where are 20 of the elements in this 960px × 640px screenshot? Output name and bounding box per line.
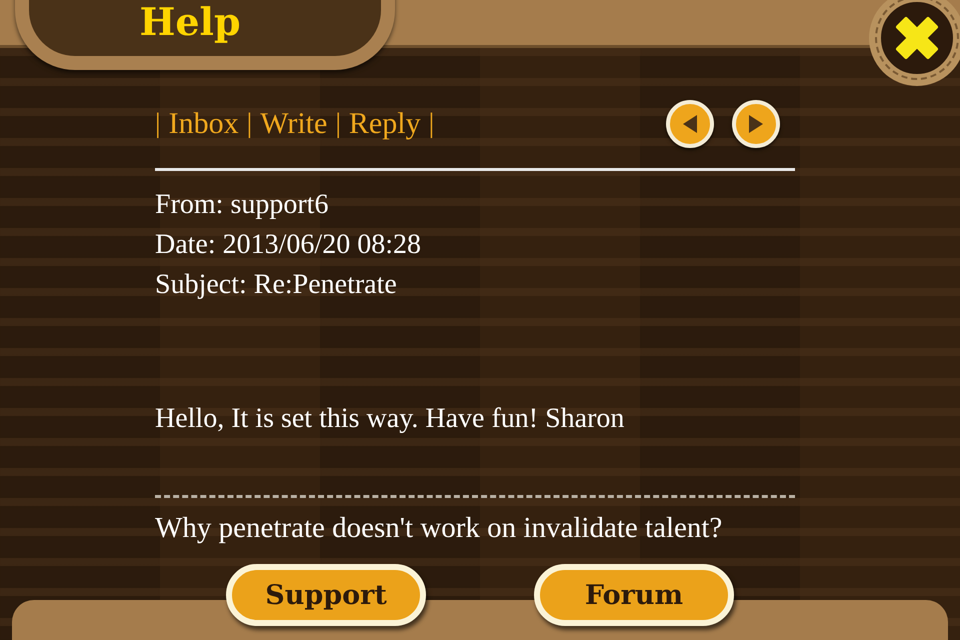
nav-link[interactable]: Inbox <box>168 107 239 141</box>
question-text: Why penetrate doesn't work on invalidate talent? <box>155 512 724 545</box>
link-button[interactable]: Forum <box>534 564 734 626</box>
nav-link[interactable]: Reply <box>348 107 421 141</box>
close-button[interactable] <box>869 0 960 86</box>
link-button[interactable]: Support <box>226 564 426 626</box>
message-body: Hello, It is set this way. Have fun! Sharon <box>155 403 626 435</box>
window-title: Help <box>139 0 241 44</box>
separator: | <box>246 108 252 140</box>
separator: | <box>155 108 161 140</box>
from-line: From: support6 <box>155 188 330 222</box>
subject-line: Subject: Re:Penetrate <box>155 268 398 302</box>
next-button[interactable] <box>732 100 780 148</box>
date-line: Date: 2013/06/20 08:28 <box>155 228 422 262</box>
right-triangle-icon <box>747 113 765 135</box>
nav-link[interactable]: Write <box>260 107 328 141</box>
separator: | <box>428 108 434 140</box>
separator: | <box>335 108 341 140</box>
previous-button[interactable] <box>666 100 714 148</box>
left-triangle-icon <box>681 113 699 135</box>
